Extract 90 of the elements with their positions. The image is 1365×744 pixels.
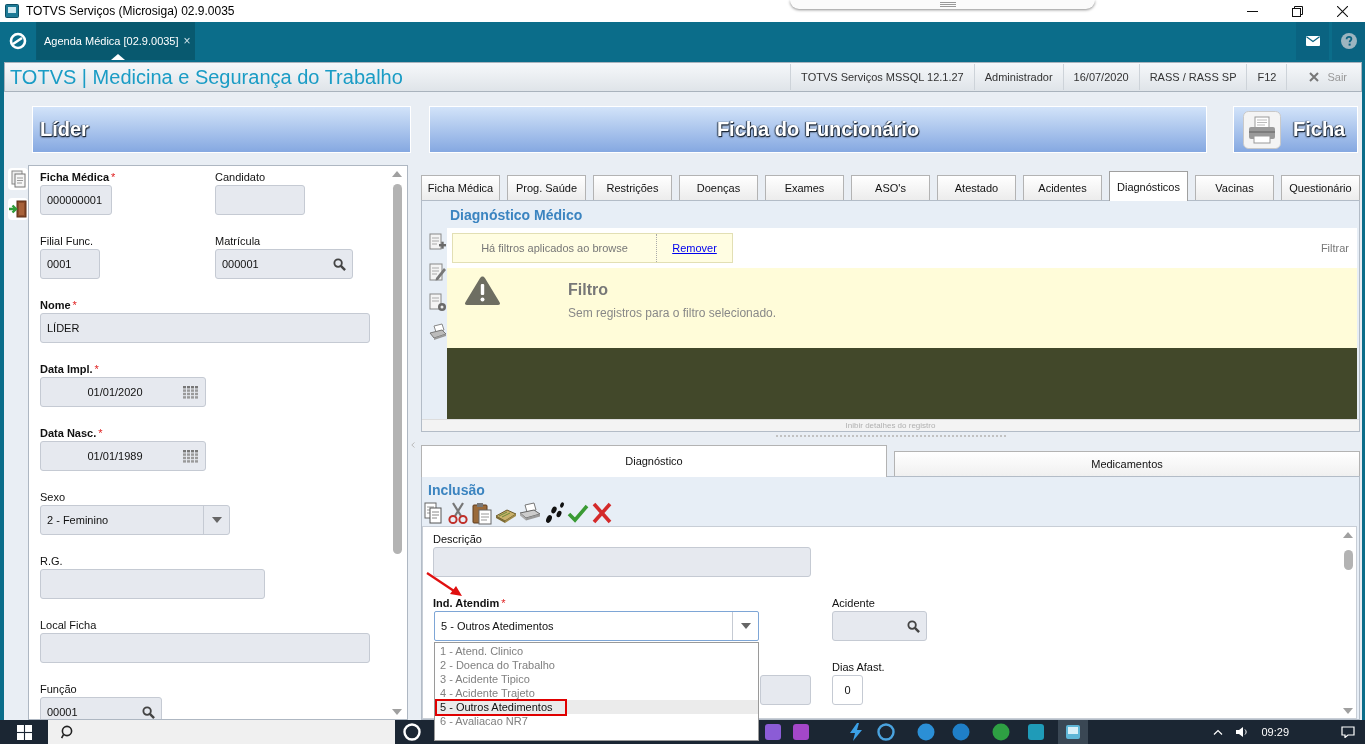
scrollbar-thumb[interactable] [392, 184, 402, 554]
document-edit-icon[interactable] [429, 263, 447, 283]
dropdown-option[interactable]: 1 - Atend. Clinico [435, 644, 758, 658]
number-field[interactable]: 0 [832, 675, 863, 705]
tab[interactable]: Diagnósticos [1109, 171, 1188, 201]
notification-icon[interactable] [1341, 726, 1355, 738]
field-label: Dias Afast. [832, 660, 886, 675]
field-label: Local Ficha [40, 618, 98, 633]
printer-icon [1243, 110, 1281, 149]
panel-title: Inclusão [427, 481, 486, 500]
field-label: Ind. Atendim * [433, 596, 507, 611]
tab[interactable]: Atestado [937, 175, 1016, 200]
message-text: Sem registros para o filtro selecionado. [568, 306, 777, 320]
field-label: Nome * [40, 298, 78, 313]
down-arrow-icon[interactable] [1343, 708, 1353, 714]
app-icon[interactable] [1058, 720, 1088, 744]
window-icon [5, 4, 19, 18]
app-title: TOTVS | Medicina e Segurança do Trabalho [9, 65, 403, 89]
tab[interactable]: Questionário [1281, 175, 1360, 200]
tab[interactable]: Exames [765, 175, 844, 200]
logo-icon[interactable] [9, 32, 27, 50]
printer-icon[interactable] [429, 323, 447, 343]
filter-notice: Há filtros aplicados ao browse [480, 242, 629, 254]
chevron-up-icon[interactable] [1213, 729, 1224, 735]
dropdown-option[interactable]: 2 - Doenca do Trabalho [435, 658, 758, 672]
close-icon[interactable] [1337, 5, 1348, 17]
exit-door-icon[interactable] [8, 198, 28, 220]
search-field[interactable] [48, 720, 395, 744]
tab[interactable]: Acidentes [1023, 175, 1102, 200]
field-label: Ficha Médica * [40, 170, 117, 185]
dropdown-option[interactable]: 3 - Acidente Tipico [435, 672, 758, 686]
session-info: TOTVS Serviços MSSQL 12.1.27 [790, 64, 974, 90]
field-label: Filial Func. [40, 234, 95, 249]
document-add-icon[interactable] [429, 233, 447, 253]
tab[interactable]: Doenças [679, 175, 758, 200]
scissors-icon[interactable] [447, 501, 469, 525]
session-info: RASS / RASS SP [1138, 64, 1247, 90]
warning-icon [464, 275, 501, 306]
close-icon [1309, 72, 1320, 82]
employee-banner: Líder [32, 106, 411, 153]
field-label: Acidente [832, 596, 876, 611]
field-label: Matrícula [215, 234, 262, 249]
session-info: F12 [1246, 64, 1287, 90]
message-title: Filtro [568, 280, 609, 300]
tab[interactable]: Diagnóstico [421, 445, 887, 477]
field-label: Sexo [40, 490, 67, 505]
help-icon[interactable] [1340, 33, 1357, 49]
clipboard-icon[interactable] [471, 501, 493, 525]
dropdown-option[interactable]: 4 - Acidente Trajeto [435, 686, 758, 700]
filter-button[interactable]: Filtrar [1320, 242, 1349, 254]
window-title: TOTVS Serviços (Microsiga) 02.9.0035 [26, 4, 235, 18]
cross-icon[interactable] [591, 501, 613, 525]
tab[interactable]: Restrições [593, 175, 672, 200]
up-arrow-icon[interactable] [1343, 532, 1353, 538]
down-arrow-icon[interactable] [392, 709, 402, 715]
field-label: Candidato [215, 170, 267, 185]
dropdown-option[interactable]: 5 - Outros Atedimentos [435, 700, 758, 714]
footprints-icon[interactable] [543, 501, 565, 525]
mail-icon[interactable] [1305, 36, 1320, 46]
field-label: Descrição [433, 532, 483, 547]
clock[interactable]: 09:29 [1261, 726, 1289, 738]
tab-close-button[interactable]: × [183, 34, 191, 48]
grip-icon [939, 2, 956, 7]
up-arrow-icon[interactable] [392, 171, 402, 177]
tab[interactable]: Prog. Saúde [507, 175, 586, 200]
field-label: Data Nasc. * [40, 426, 104, 441]
session-info: Administrador [973, 64, 1063, 90]
module-tab[interactable]: Agenda Médica [02.9.0035] × [37, 22, 195, 60]
title-banner: Ficha do Funcionário [429, 106, 1207, 153]
field-label: Função [40, 682, 78, 697]
tab[interactable]: Ficha Médica [421, 175, 500, 200]
session-info: 16/07/2020 [1062, 64, 1139, 90]
speaker-icon[interactable] [1235, 726, 1250, 738]
search-icon [61, 725, 75, 739]
copy-icon[interactable] [423, 501, 445, 525]
tab[interactable]: Medicamentos [894, 451, 1360, 476]
tab[interactable]: ASO's [851, 175, 930, 200]
dropdown[interactable]: 5 - Outros Atedimentos [434, 611, 759, 641]
panel-title: Diagnóstico Médico [449, 206, 584, 225]
scrollbar-thumb[interactable] [1343, 550, 1353, 570]
tab[interactable]: Vacinas [1195, 175, 1274, 200]
field-label: R.G. [40, 554, 64, 569]
restore-icon[interactable] [1292, 5, 1303, 17]
remove-link[interactable]: Remover [672, 242, 717, 254]
document-gear-icon[interactable] [429, 293, 447, 313]
field-label: Data Impl. * [40, 362, 100, 377]
documents-icon[interactable] [8, 168, 28, 190]
dropdown-option[interactable]: 6 - Avaliacao NR7 [435, 714, 758, 728]
caret-icon[interactable] [741, 623, 751, 629]
windows-icon[interactable] [16, 724, 32, 740]
